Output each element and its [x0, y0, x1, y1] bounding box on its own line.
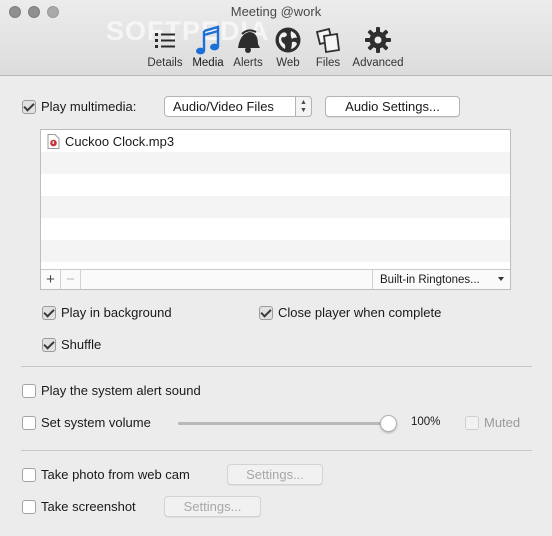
select-arrows-icon: ▲ ▼: [295, 96, 312, 117]
tab-advanced-label: Advanced: [352, 57, 404, 69]
muted-row[interactable]: Muted: [465, 415, 520, 430]
play-multimedia-checkbox[interactable]: [22, 99, 36, 114]
system-alert-sound-checkbox[interactable]: [22, 383, 36, 398]
audio-file-icon: [47, 133, 60, 149]
play-in-background-checkbox[interactable]: [42, 305, 56, 320]
close-player-label: Close player when complete: [278, 305, 442, 320]
list-row-empty: [41, 218, 510, 240]
list-item[interactable]: Cuckoo Clock.mp3: [41, 130, 510, 152]
tab-files[interactable]: Files: [309, 24, 347, 72]
section-divider: [21, 366, 532, 367]
tab-details[interactable]: Details: [143, 24, 187, 72]
media-file-list: Cuckoo Clock.mp3 + − Built-in Ringtones.…: [40, 129, 511, 290]
play-in-background-row[interactable]: Play in background: [42, 305, 172, 320]
list-row-empty: [41, 240, 510, 262]
play-in-background-label: Play in background: [61, 305, 172, 320]
tab-advanced[interactable]: Advanced: [349, 24, 407, 72]
tab-media[interactable]: Media: [188, 24, 228, 72]
shuffle-row[interactable]: Shuffle: [42, 337, 101, 352]
screenshot-checkbox[interactable]: [22, 499, 36, 514]
screenshot-settings-button[interactable]: Settings...: [164, 496, 261, 517]
play-multimedia-checkbox-row[interactable]: Play multimedia:: [22, 99, 136, 114]
webcam-settings-button[interactable]: Settings...: [227, 464, 323, 485]
close-player-checkbox[interactable]: [259, 305, 273, 320]
volume-slider-fill: [178, 422, 388, 425]
tab-alerts-label: Alerts: [233, 57, 263, 69]
list-row-empty: [41, 152, 510, 174]
files-icon: [315, 27, 341, 54]
add-file-button[interactable]: +: [41, 270, 61, 289]
set-system-volume-label: Set system volume: [41, 415, 151, 430]
tab-files-label: Files: [315, 57, 341, 69]
set-system-volume-checkbox[interactable]: [22, 415, 36, 430]
shuffle-label: Shuffle: [61, 337, 102, 352]
toolbar: Meeting @work SOFTPEDIA Details Media Al…: [0, 0, 552, 76]
webcam-photo-checkbox[interactable]: [22, 467, 36, 482]
section-divider: [21, 450, 532, 451]
globe-icon: [275, 27, 301, 53]
remove-file-button[interactable]: −: [61, 270, 81, 289]
list-footer: + − Built-in Ringtones...: [41, 269, 510, 289]
dropdown-caret-icon: [498, 277, 504, 281]
list-row-empty: [41, 174, 510, 196]
media-source-value: Audio/Video Files: [173, 99, 274, 114]
system-alert-sound-row[interactable]: Play the system alert sound: [22, 383, 201, 398]
volume-slider-knob[interactable]: [380, 415, 397, 432]
preferences-window: Meeting @work SOFTPEDIA Details Media Al…: [0, 0, 552, 536]
set-system-volume-row[interactable]: Set system volume: [22, 415, 151, 430]
webcam-photo-row[interactable]: Take photo from web cam: [22, 467, 190, 482]
file-name: Cuckoo Clock.mp3: [65, 133, 175, 149]
media-source-select[interactable]: Audio/Video Files ▲ ▼: [164, 96, 312, 117]
tab-details-label: Details: [147, 57, 183, 69]
volume-slider[interactable]: [178, 415, 397, 432]
screenshot-row[interactable]: Take screenshot: [22, 499, 136, 514]
screenshot-label: Take screenshot: [41, 499, 136, 514]
gear-icon: [365, 27, 391, 53]
alert-bell-icon: [238, 29, 260, 53]
tab-alerts[interactable]: Alerts: [229, 24, 267, 72]
music-note-icon: [196, 25, 220, 55]
tab-media-label: Media: [192, 57, 224, 69]
list-row-empty: [41, 196, 510, 218]
muted-label: Muted: [484, 415, 521, 430]
tab-web[interactable]: Web: [269, 24, 307, 72]
webcam-photo-label: Take photo from web cam: [41, 467, 190, 482]
close-player-row[interactable]: Close player when complete: [259, 305, 441, 320]
volume-percent: 100%: [411, 416, 441, 428]
system-alert-sound-label: Play the system alert sound: [41, 383, 201, 398]
built-in-ringtones-menu[interactable]: Built-in Ringtones...: [372, 270, 510, 289]
play-multimedia-label: Play multimedia:: [41, 99, 137, 114]
window-title: Meeting @work: [230, 4, 322, 19]
ringtones-label: Built-in Ringtones...: [380, 273, 480, 286]
muted-checkbox[interactable]: [465, 415, 479, 430]
tab-web-label: Web: [276, 57, 300, 69]
audio-settings-button[interactable]: Audio Settings...: [325, 96, 460, 117]
shuffle-checkbox[interactable]: [42, 337, 56, 352]
list-icon: [155, 33, 175, 48]
